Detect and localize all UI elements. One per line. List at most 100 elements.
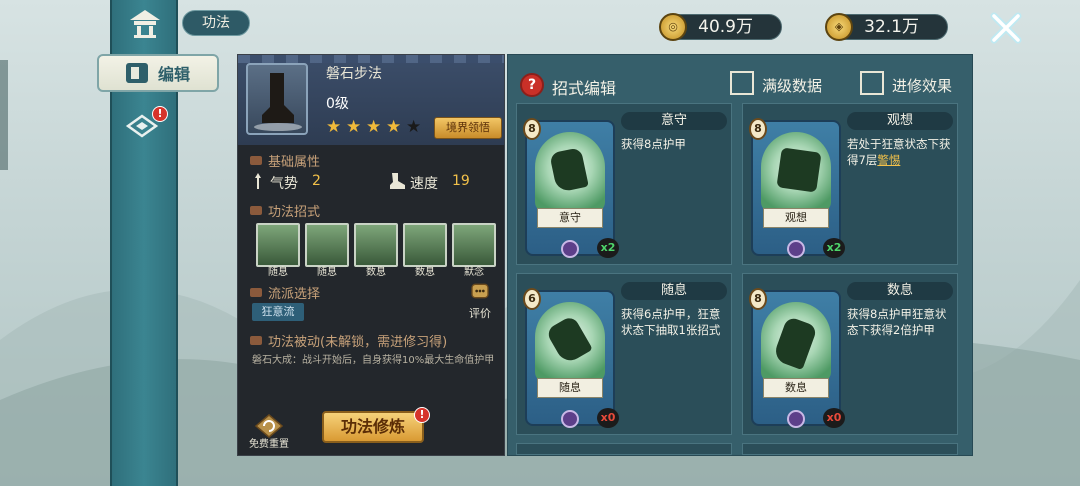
move-card[interactable]: 数息 8 x0 数息 获得8点护甲狂意状态下获得2倍护甲: [742, 273, 958, 435]
move-desc-text: 获得8点护甲狂意状态下获得2倍护甲: [847, 307, 947, 337]
move-count: x2: [823, 238, 845, 258]
section-passive: 功法被动(未解锁，需进修习得): [250, 331, 447, 350]
move-card-desc: 获得8点护甲狂意状态下获得2倍护甲: [847, 306, 955, 338]
move-card[interactable]: 观想 8 x2 观想 若处于狂意状态下获得7层警惕: [742, 103, 958, 265]
coin-gold-icon: ◈: [825, 13, 853, 41]
move-thumb-label: 随息: [317, 267, 337, 278]
figure-silhouette-icon: [776, 147, 822, 193]
star-icon: ★: [346, 117, 362, 137]
header-stripe: [238, 55, 504, 63]
train-technique-button[interactable]: 功法修炼: [322, 411, 424, 443]
max-level-label: 满级数据: [762, 77, 823, 95]
move-cost: 6: [523, 288, 541, 310]
move-card-title: 观想: [847, 112, 953, 130]
move-card-art: 随息 6 x0: [523, 288, 619, 428]
currency-silver-value: 40.9万: [698, 17, 753, 37]
move-thumb-3[interactable]: [354, 223, 398, 267]
move-card-title: 随息: [621, 282, 727, 300]
passive-description: 磐石大成：战斗开始后，自身获得10%最大生命值护甲: [252, 355, 495, 366]
reset-label: 免费重置: [249, 439, 289, 450]
page-title: 功法: [182, 10, 250, 36]
purple-gem-icon: [787, 410, 805, 428]
move-thumb-label: 默念: [464, 267, 484, 278]
move-edit-panel: ? 招式编辑 满级数据 进修效果 意守 8 x2 意守 获得8点护甲 观想 8 …: [507, 54, 973, 456]
purple-gem-icon: [561, 410, 579, 428]
realm-insight-button[interactable]: 境界领悟: [434, 117, 502, 139]
max-level-checkbox[interactable]: [730, 71, 754, 95]
move-thumb-label: 随息: [268, 267, 288, 278]
move-count: x0: [823, 408, 845, 428]
evaluate-label: 评价: [469, 307, 491, 320]
technique-detail-panel: 磐石步法 0级 ★ ★ ★ ★ ★ 境界领悟 基础属性 气势 2 速度 19 功…: [237, 54, 505, 456]
school-tag[interactable]: 狂意流: [252, 303, 304, 321]
section-moves-label: 功法招式: [268, 205, 321, 220]
section-passive-label: 功法被动(未解锁，需进修习得): [268, 335, 448, 350]
star-icon: ★: [366, 117, 382, 137]
move-card-scroll-label: 观想: [763, 208, 829, 228]
move-card-desc: 获得8点护甲: [621, 136, 729, 152]
section-bullet-icon: [250, 288, 262, 297]
move-card-art: 观想 8 x2: [749, 118, 845, 258]
currency-gold: ◈ 32.1万: [825, 13, 948, 41]
purple-gem-icon: [787, 240, 805, 258]
move-thumb-4[interactable]: [403, 223, 447, 267]
advanced-effect-checkbox[interactable]: [860, 71, 884, 95]
evaluate-icon[interactable]: [464, 283, 496, 307]
pavilion-icon[interactable]: [128, 8, 162, 38]
move-card-title: 意守: [621, 112, 727, 130]
section-bullet-icon: [250, 206, 262, 215]
sidebar-notification-badge: !: [152, 106, 168, 122]
move-thumb-label: 数息: [366, 267, 386, 278]
star-icon: ★: [326, 117, 342, 137]
cards-icon: [125, 63, 148, 83]
technique-header: 磐石步法 0级 ★ ★ ★ ★ ★ 境界领悟: [238, 55, 504, 145]
move-card-partial[interactable]: [516, 443, 732, 455]
section-bullet-icon: [250, 156, 262, 165]
move-card-art: 数息 8 x0: [749, 288, 845, 428]
stat-momentum-label: 气势: [270, 176, 298, 192]
section-moves: 功法招式: [250, 201, 320, 220]
edit-tab-button[interactable]: 编辑: [97, 54, 219, 92]
technique-boot-icon: [246, 63, 308, 135]
move-card-desc: 获得6点护甲，狂意状态下抽取1张招式: [621, 306, 729, 338]
move-card[interactable]: 随息 6 x0 随息 获得6点护甲，狂意状态下抽取1张招式: [516, 273, 732, 435]
stat-speed-value: 19: [452, 173, 470, 189]
move-card[interactable]: 意守 8 x2 意守 获得8点护甲: [516, 103, 732, 265]
move-thumb-2[interactable]: [305, 223, 349, 267]
section-base-label: 基础属性: [268, 155, 321, 170]
move-cost: 8: [749, 118, 767, 140]
move-card-scroll-label: 随息: [537, 378, 603, 398]
currency-silver: ◎ 40.9万: [659, 13, 782, 41]
section-school-label: 流派选择: [268, 287, 321, 302]
move-card-desc: 若处于狂意状态下获得7层警惕: [847, 136, 955, 168]
move-desc-text: 获得8点护甲: [621, 137, 686, 151]
section-base-attributes: 基础属性: [250, 151, 320, 170]
technique-level: 0级: [326, 96, 349, 112]
move-thumb-label: 数息: [415, 267, 435, 278]
move-cost: 8: [523, 118, 541, 140]
move-card-partial[interactable]: [742, 443, 958, 455]
move-card-scroll-label: 数息: [763, 378, 829, 398]
advanced-effect-label: 进修效果: [892, 77, 953, 95]
keyword-link[interactable]: 警惕: [877, 153, 900, 167]
speed-boot-icon: [390, 173, 405, 189]
move-card-scroll-label: 意守: [537, 208, 603, 228]
technique-name: 磐石步法: [326, 66, 382, 82]
move-thumb-1[interactable]: [256, 223, 300, 267]
section-bullet-icon: [250, 336, 262, 345]
move-thumb-5[interactable]: [452, 223, 496, 267]
stat-momentum-value: 2: [312, 173, 321, 189]
move-cost: 8: [749, 288, 767, 310]
star-empty-icon: ★: [406, 117, 422, 137]
move-card-title: 数息: [847, 282, 953, 300]
edit-tab-label: 编辑: [157, 65, 190, 84]
move-desc-text: 获得6点护甲，狂意状态下抽取1张招式: [621, 307, 721, 337]
purple-gem-icon: [561, 240, 579, 258]
move-edit-title: 招式编辑: [552, 79, 617, 98]
move-count: x0: [597, 408, 619, 428]
help-icon[interactable]: ?: [520, 73, 544, 97]
move-count: x2: [597, 238, 619, 258]
train-notification-badge: !: [414, 407, 430, 423]
technique-stars: ★ ★ ★ ★ ★: [326, 119, 423, 136]
close-icon[interactable]: [986, 8, 1026, 48]
